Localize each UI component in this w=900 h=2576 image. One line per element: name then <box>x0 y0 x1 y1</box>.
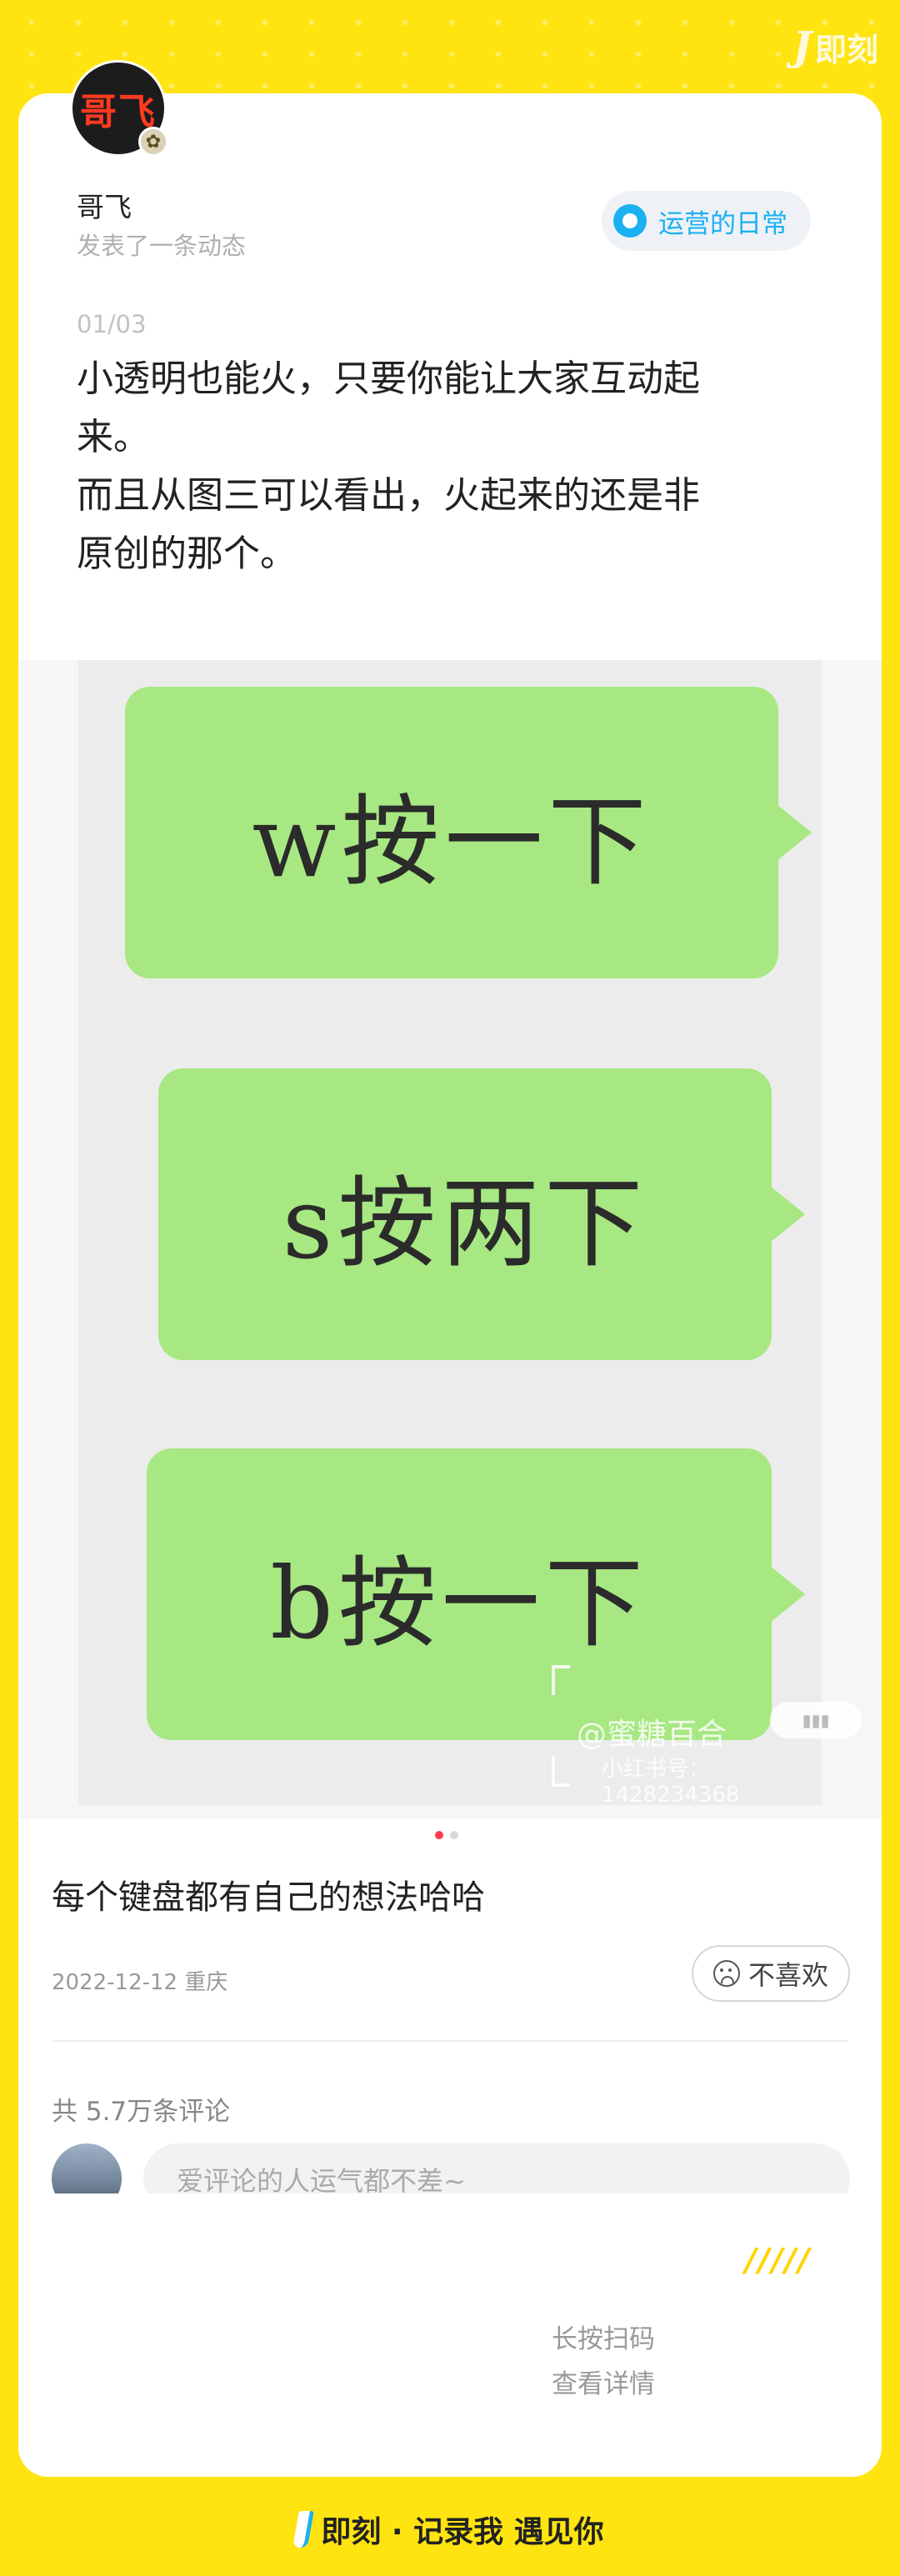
settings-badge-icon: ✿ <box>138 127 168 157</box>
topic-label: 运营的日常 <box>658 208 788 239</box>
watermark-bracket <box>552 1665 570 1695</box>
watermark-id: 小红书号：1428234368 <box>602 1757 740 1808</box>
post-meta: 2022-12-12 重庆 <box>52 1965 228 1996</box>
comment-input[interactable]: 爱评论的人运气都不差~ <box>143 2143 850 2193</box>
post-card: 哥飞 ✿ 哥飞 发表了一条动态 运营的日常 01/03 小透明也能火，只要你能让… <box>18 60 882 2477</box>
watermark-bracket <box>552 1757 570 1787</box>
user-avatar <box>52 2143 122 2193</box>
post-date: 2022-12-12 <box>52 1970 178 1995</box>
post-text: 小透明也能火，只要你能让大家互动起 来。 而且从图三可以看出，火起来的还是非 原… <box>77 350 818 583</box>
image-counter: 01/03 <box>77 310 147 338</box>
post-image[interactable]: w按一下 s按两下 b按一下 @蜜糖百合 小红书号：1428234368 ▮▮▮ <box>78 660 862 1808</box>
pager-dot-active[interactable] <box>435 1831 443 1839</box>
image-caption: 每个键盘都有自己的想法哈哈 <box>52 1878 485 1917</box>
post-text-line: 而且从图三可以看出，火起来的还是非 <box>77 474 700 517</box>
app-logo-text: 即刻 <box>814 31 878 68</box>
decorative-slashes: ///// <box>745 2242 812 2278</box>
post-text-line: 来。 <box>77 416 150 458</box>
qr-section: ///// 长按扫码 查看详情 <box>18 2193 882 2477</box>
sad-face-icon <box>712 1960 740 1987</box>
chat-bubble: s按两下 <box>158 1068 805 1360</box>
bottom-banner: 即刻 · 记录我 遇见你 <box>0 2500 900 2558</box>
carousel-pager <box>435 1831 458 1839</box>
dislike-label: 不喜欢 <box>748 1959 828 1991</box>
chat-bubble: b按一下 <box>147 1448 805 1740</box>
chat-bubble: w按一下 <box>125 687 812 978</box>
image-carousel[interactable]: w按一下 s按两下 b按一下 @蜜糖百合 小红书号：1428234368 ▮▮▮ <box>18 660 882 1818</box>
post-text-line: 原创的那个。 <box>77 533 297 575</box>
qr-hint-line: 长按扫码 <box>552 2324 655 2354</box>
qr-hint: 长按扫码 查看详情 <box>552 2317 655 2407</box>
slogan: 即刻 · 记录我 遇见你 <box>321 2515 604 2549</box>
comment-composer: 爱评论的人运气都不差~ <box>18 2143 882 2193</box>
post-text-line: 小透明也能火，只要你能让大家互动起 <box>77 358 700 400</box>
author-action: 发表了一条动态 <box>77 232 247 260</box>
author-avatar-text: 哥飞 <box>80 91 157 133</box>
comment-count: 共 5.7万条评论 <box>52 2097 231 2127</box>
dislike-button[interactable]: 不喜欢 <box>692 1945 850 2002</box>
author-name[interactable]: 哥飞 <box>77 185 132 225</box>
j-logo-icon: J <box>792 23 812 70</box>
qr-hint-line: 查看详情 <box>552 2369 655 2399</box>
topic-icon <box>613 204 647 238</box>
app-logo: J 即刻 <box>792 23 878 70</box>
watermark-logo-icon: ▮▮▮ <box>770 1702 862 1738</box>
pager-dot[interactable] <box>450 1831 458 1839</box>
jike-logo-icon <box>292 2511 315 2548</box>
divider <box>52 2040 848 2042</box>
post-location: 重庆 <box>184 1970 228 1995</box>
topic-tag[interactable]: 运营的日常 <box>602 191 811 251</box>
watermark-name: @蜜糖百合 <box>577 1718 728 1752</box>
